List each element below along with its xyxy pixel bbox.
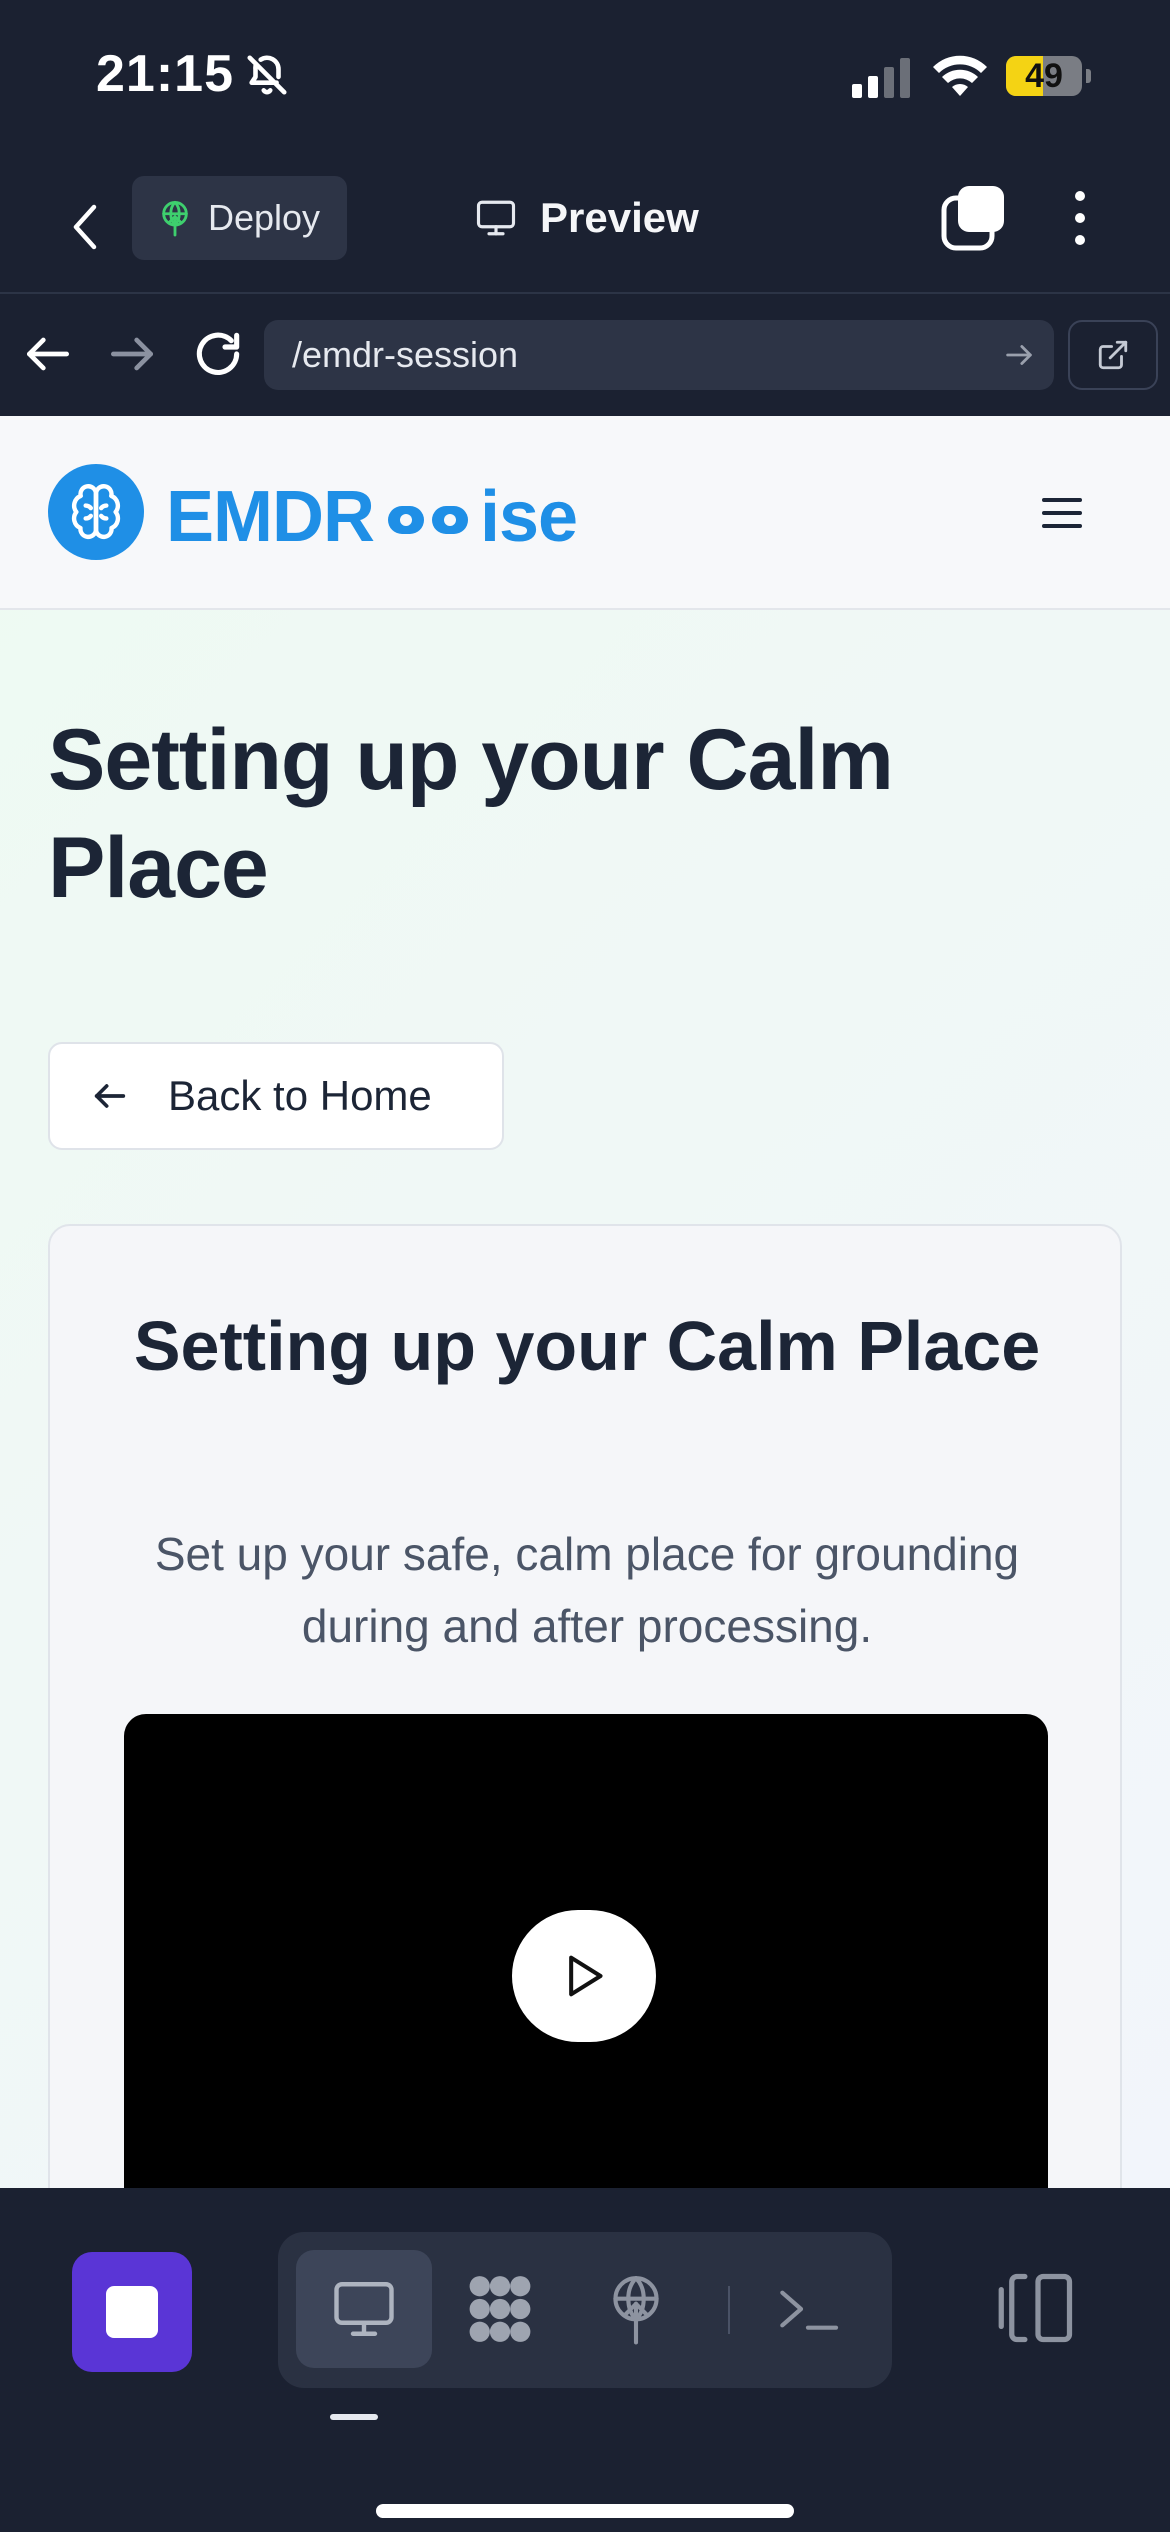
arrow-right-icon[interactable] (104, 326, 160, 382)
logo-badge[interactable] (48, 464, 144, 560)
back-button[interactable] (60, 190, 110, 264)
tool-switcher (278, 2232, 892, 2388)
tabs-icon[interactable] (940, 184, 1008, 252)
video-player[interactable] (124, 1714, 1048, 2188)
logo-eyes-icon (388, 506, 468, 534)
terminal-tool-button[interactable] (740, 2250, 876, 2368)
site-header: EMDR ise (0, 416, 1170, 610)
arrow-left-icon (94, 1084, 126, 1108)
workspace-tool-button[interactable] (432, 2250, 568, 2368)
session-card: Setting up your Calm Place Set up your s… (48, 1224, 1122, 2188)
battery-indicator: 49 (1006, 56, 1091, 96)
web-preview: EMDR ise Setting up your Calm Place Back… (0, 416, 1170, 2188)
preview-tool-button[interactable] (296, 2250, 432, 2368)
url-text: /emdr-session (292, 334, 519, 375)
stop-button[interactable] (72, 2252, 192, 2372)
battery-level: 49 (1025, 57, 1063, 95)
play-button[interactable] (512, 1910, 656, 2042)
stop-icon (106, 2286, 158, 2338)
status-bar: 21:15 49 (0, 0, 1170, 160)
deploy-tool-button[interactable] (568, 2250, 704, 2368)
split-layout-icon[interactable] (996, 2266, 1080, 2350)
logo-suffix: ise (480, 477, 578, 557)
preview-label: Preview (540, 194, 699, 241)
deploy-icon (613, 2276, 659, 2345)
card-description: Set up your safe, calm place for groundi… (154, 1528, 1020, 1652)
wifi-icon (933, 55, 987, 96)
home-indicator (376, 2504, 794, 2518)
page-title: Setting up your Calm Place (48, 712, 894, 916)
more-options-icon[interactable] (1060, 184, 1100, 252)
preview-title: Preview (474, 186, 699, 250)
deploy-icon (162, 201, 188, 237)
deploy-label: Deploy (208, 197, 321, 238)
arrow-left-icon[interactable] (20, 326, 76, 382)
site-logo[interactable]: EMDR ise (166, 472, 578, 562)
grid-icon (469, 2276, 531, 2342)
external-link-icon (1098, 340, 1128, 370)
terminal-icon (780, 2290, 839, 2330)
logo-prefix: EMDR (166, 477, 375, 557)
go-arrow-icon[interactable] (1002, 338, 1036, 372)
bottom-app-bar (0, 2188, 1170, 2532)
card-title: Setting up your Calm Place (133, 1307, 1041, 1385)
monitor-icon (334, 2282, 394, 2336)
back-to-home-button[interactable]: Back to Home (48, 1042, 504, 1150)
browser-bar: /emdr-session (0, 296, 1170, 416)
chevron-left-icon (73, 204, 97, 250)
open-external-button[interactable] (1068, 320, 1158, 390)
app-toolbar: Deploy Preview (0, 160, 1170, 294)
status-time: 21:15 (96, 45, 234, 103)
cellular-signal-icon (852, 58, 910, 98)
brain-icon (71, 484, 121, 540)
tool-separator (728, 2286, 730, 2334)
reload-icon[interactable] (190, 326, 246, 382)
url-input[interactable]: /emdr-session (264, 320, 1054, 390)
back-to-home-label: Back to Home (168, 1072, 432, 1119)
play-icon (569, 1955, 603, 1997)
bell-off-icon (247, 55, 287, 95)
active-tool-indicator (330, 2414, 378, 2420)
deploy-button[interactable]: Deploy (132, 176, 347, 260)
hamburger-menu-icon[interactable] (1040, 494, 1084, 532)
monitor-icon (476, 200, 516, 236)
